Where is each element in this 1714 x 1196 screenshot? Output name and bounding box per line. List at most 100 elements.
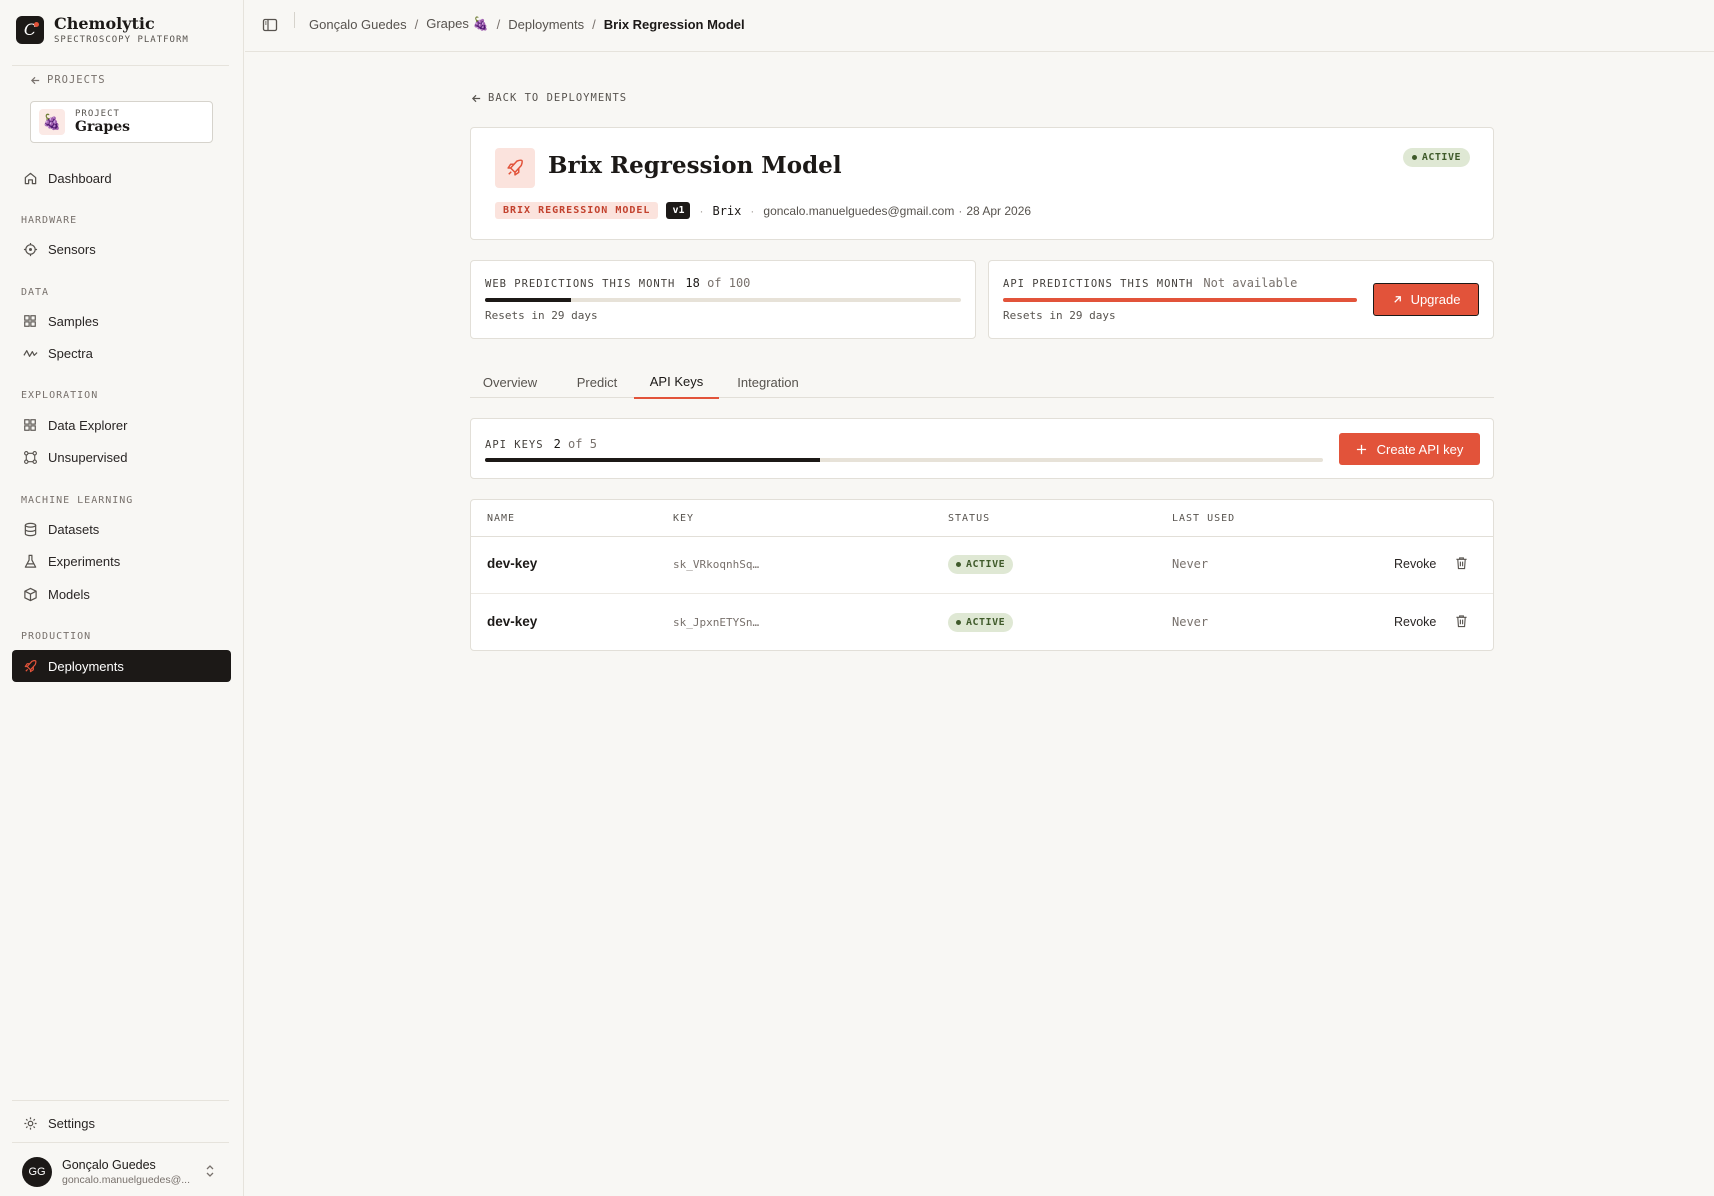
web-usage-progress bbox=[485, 298, 961, 302]
api-keys-label: API KEYS bbox=[485, 439, 544, 451]
arrow-left-icon bbox=[471, 94, 481, 102]
sidebar-item-unsupervised[interactable]: Unsupervised bbox=[12, 441, 231, 473]
api-usage-progress-fill bbox=[1003, 298, 1357, 302]
web-usage-label: WEB PREDICTIONS THIS MONTH bbox=[485, 278, 676, 290]
sidebar-item-datasets[interactable]: Datasets bbox=[12, 513, 231, 545]
back-to-deployments-link[interactable]: BACK TO DEPLOYMENTS bbox=[471, 92, 627, 104]
projects-back-label: PROJECTS bbox=[47, 74, 106, 86]
status-dot-icon bbox=[956, 562, 961, 567]
web-predictions-usage-card: WEB PREDICTIONS THIS MONTH 18 of 100 Res… bbox=[470, 260, 976, 339]
key-last-used: Never bbox=[1172, 615, 1209, 629]
status-badge-label: ACTIVE bbox=[966, 617, 1006, 628]
tab-predict[interactable]: Predict bbox=[559, 366, 635, 398]
api-predictions-usage-card: API PREDICTIONS THIS MONTH Not available… bbox=[988, 260, 1494, 339]
brand[interactable]: C Chemolytic SPECTROSCOPY PLATFORM bbox=[16, 14, 189, 45]
sidebar-item-label: Unsupervised bbox=[48, 449, 128, 465]
trash-icon[interactable] bbox=[1455, 614, 1468, 631]
sidebar-divider bbox=[12, 65, 229, 66]
upgrade-button[interactable]: Upgrade bbox=[1373, 283, 1479, 316]
target-variable: Brix bbox=[712, 203, 742, 218]
meta-separator: · bbox=[699, 203, 704, 218]
avatar: GG bbox=[22, 1157, 52, 1187]
sidebar-item-settings[interactable]: Settings bbox=[12, 1107, 231, 1139]
web-usage-count: 18 bbox=[685, 276, 700, 290]
version-tag: v1 bbox=[666, 202, 691, 219]
user-name: Gonçalo Guedes bbox=[62, 1158, 156, 1172]
key-value: sk_JpxnETYSn… bbox=[673, 616, 760, 629]
database-icon bbox=[22, 521, 38, 537]
breadcrumb-user[interactable]: Gonçalo Guedes bbox=[309, 17, 407, 32]
plus-icon bbox=[1356, 444, 1366, 454]
sidebar-item-spectra[interactable]: Spectra bbox=[12, 337, 231, 369]
status-badge-label: ACTIVE bbox=[966, 559, 1006, 570]
grapes-icon: 🍇 bbox=[39, 109, 65, 135]
model-meta-row: BRIX REGRESSION MODEL v1 · Brix · goncal… bbox=[495, 202, 1031, 219]
revoke-button[interactable]: Revoke bbox=[1394, 557, 1436, 571]
table-header: NAME KEY STATUS LAST USED bbox=[471, 500, 1493, 537]
column-header-name: NAME bbox=[487, 513, 516, 524]
sidebar-item-samples[interactable]: Samples bbox=[12, 305, 231, 337]
project-label: PROJECT bbox=[75, 109, 120, 119]
create-api-key-button[interactable]: Create API key bbox=[1339, 433, 1480, 465]
sidebar-item-label: Data Explorer bbox=[48, 417, 128, 433]
sidebar-item-label: Models bbox=[48, 586, 90, 602]
brand-subtitle: SPECTROSCOPY PLATFORM bbox=[54, 35, 189, 45]
sidebar-item-deployments[interactable]: Deployments bbox=[12, 650, 231, 682]
cluster-icon bbox=[22, 449, 38, 465]
created-date: 28 Apr 2026 bbox=[966, 203, 1032, 218]
status-badge: ACTIVE bbox=[948, 613, 1014, 632]
sidebar-item-sensors[interactable]: Sensors bbox=[12, 233, 231, 265]
sidebar-item-models[interactable]: Models bbox=[12, 578, 231, 610]
api-usage-progress bbox=[1003, 298, 1357, 302]
api-usage-reset: Resets in 29 days bbox=[1003, 309, 1116, 322]
home-icon bbox=[22, 170, 38, 186]
user-menu[interactable]: GG Gonçalo Guedes goncalo.manuelguedes@.… bbox=[22, 1157, 190, 1187]
key-name: dev-key bbox=[487, 556, 538, 571]
upgrade-button-label: Upgrade bbox=[1410, 292, 1461, 307]
breadcrumb-separator: / bbox=[414, 16, 419, 32]
key-value: sk_VRkoqnhSq… bbox=[673, 558, 760, 571]
api-usage-value: Not available bbox=[1203, 276, 1298, 290]
trash-icon[interactable] bbox=[1455, 556, 1468, 573]
web-usage-limit: of 100 bbox=[707, 276, 751, 290]
projects-back-link[interactable]: PROJECTS bbox=[30, 74, 106, 86]
project-name: Grapes bbox=[75, 119, 130, 135]
tab-overview[interactable]: Overview bbox=[470, 366, 550, 398]
breadcrumb-project[interactable]: Grapes 🍇 bbox=[426, 16, 488, 32]
api-usage-label: API PREDICTIONS THIS MONTH bbox=[1003, 278, 1194, 290]
sidebar-item-dashboard[interactable]: Dashboard bbox=[12, 162, 231, 194]
column-header-last-used: LAST USED bbox=[1172, 513, 1236, 524]
api-keys-limit: of 5 bbox=[568, 437, 597, 451]
status-dot-icon bbox=[956, 620, 961, 625]
brand-logo-icon: C bbox=[16, 15, 44, 44]
meta-separator: · bbox=[958, 203, 963, 218]
status-badge: ACTIVE bbox=[1402, 148, 1470, 167]
create-api-key-label: Create API key bbox=[1376, 441, 1464, 457]
breadcrumb-section[interactable]: Deployments bbox=[508, 17, 584, 32]
cube-icon bbox=[22, 586, 38, 602]
api-keys-table: NAME KEY STATUS LAST USED dev-key sk_VRk… bbox=[470, 499, 1494, 651]
key-name: dev-key bbox=[487, 614, 538, 629]
arrow-up-right-icon bbox=[1393, 296, 1401, 303]
web-usage-progress-fill bbox=[485, 298, 571, 302]
tab-integration[interactable]: Integration bbox=[723, 366, 813, 398]
arrow-left-icon bbox=[30, 76, 40, 84]
table-row: dev-key sk_JpxnETYSn… ACTIVE Never Revok… bbox=[471, 595, 1493, 650]
sidebar-item-label: Deployments bbox=[48, 658, 124, 674]
tab-api-keys[interactable]: API Keys bbox=[634, 366, 719, 399]
sidebar-item-data-explorer[interactable]: Data Explorer bbox=[12, 409, 231, 441]
brand-name: Chemolytic bbox=[54, 14, 155, 33]
sidebar-item-experiments[interactable]: Experiments bbox=[12, 545, 231, 577]
sidebar-toggle-icon[interactable] bbox=[262, 17, 278, 33]
sidebar: C Chemolytic SPECTROSCOPY PLATFORM PROJE… bbox=[0, 0, 244, 1196]
section-exploration: EXPLORATION bbox=[21, 390, 99, 401]
chevron-up-down-icon[interactable] bbox=[204, 1163, 216, 1182]
project-switcher[interactable]: 🍇 PROJECT Grapes bbox=[30, 101, 213, 143]
topbar: Gonçalo Guedes / Grapes 🍇 / Deployments … bbox=[245, 0, 1714, 52]
sidebar-divider bbox=[12, 1100, 229, 1101]
user-email: goncalo.manuelguedes@... bbox=[62, 1174, 190, 1186]
sidebar-item-label: Spectra bbox=[48, 345, 93, 361]
revoke-button[interactable]: Revoke bbox=[1394, 615, 1436, 629]
gear-icon bbox=[22, 1115, 38, 1131]
sidebar-item-label: Dashboard bbox=[48, 170, 112, 186]
